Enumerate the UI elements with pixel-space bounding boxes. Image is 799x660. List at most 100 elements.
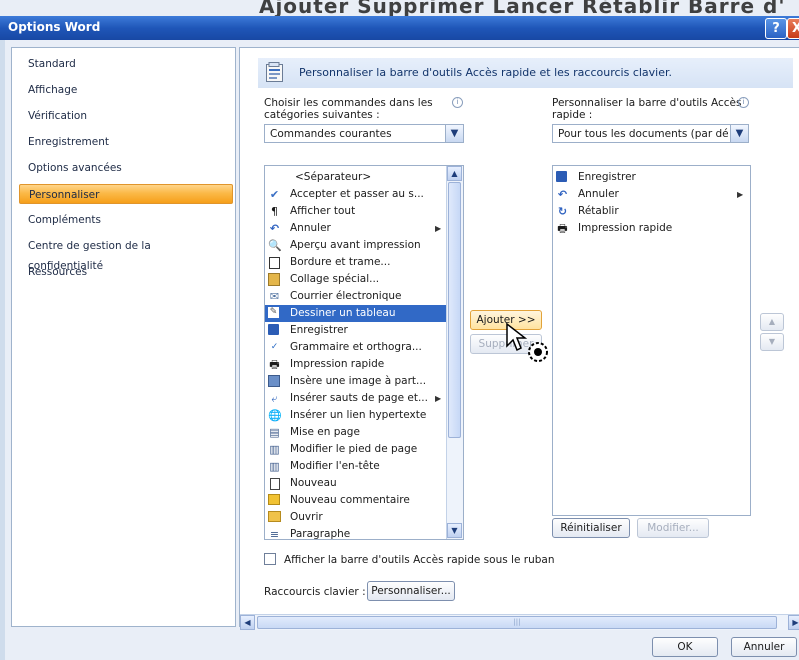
horizontal-scrollbar[interactable]: ◀ ||| ▶: [240, 614, 799, 630]
ok-button[interactable]: OK: [652, 637, 718, 657]
list-item-label: Grammaire et orthogra...: [290, 341, 422, 353]
modify-button[interactable]: Modifier...: [637, 518, 709, 538]
list-item[interactable]: ↶ Annuler ▶: [265, 220, 446, 237]
available-commands-list[interactable]: <Séparateur> ✔ Accepter et passer au s..…: [264, 165, 464, 540]
list-item-label: Aperçu avant impression: [290, 239, 421, 251]
chevron-down-icon[interactable]: ▼: [445, 125, 463, 142]
scroll-up-icon[interactable]: ▲: [447, 166, 462, 181]
list-item-label: Enregistrer: [578, 171, 636, 183]
list-item-label: Afficher tout: [290, 205, 356, 217]
scroll-left-icon[interactable]: ◀: [240, 615, 255, 630]
vertical-scrollbar[interactable]: ▲ ▼: [446, 166, 463, 539]
list-item[interactable]: ✓ Grammaire et orthogra...: [265, 339, 446, 356]
nav-item-options-avancees[interactable]: Options avancées: [19, 158, 229, 178]
border-icon: [269, 257, 280, 269]
list-item-selected[interactable]: ✎ Dessiner un tableau: [265, 305, 446, 322]
list-item[interactable]: 🖶 Impression rapide: [553, 220, 748, 237]
nav-item-confidentialite[interactable]: Centre de gestion de la confidentialité: [19, 236, 229, 272]
list-item[interactable]: Bordure et trame...: [265, 254, 446, 271]
nav-item-complements[interactable]: Compléments: [19, 210, 229, 230]
list-item[interactable]: ✔ Accepter et passer au s...: [265, 186, 446, 203]
list-item[interactable]: 🔍 Aperçu avant impression: [265, 237, 446, 254]
scroll-right-icon[interactable]: ▶: [788, 615, 799, 630]
list-item[interactable]: 🖶 Impression rapide: [265, 356, 446, 373]
keyboard-customize-button[interactable]: Personnaliser...: [367, 581, 455, 601]
close-button[interactable]: X: [787, 18, 799, 39]
list-item[interactable]: ↻ Rétablir: [553, 203, 748, 220]
info-icon: i: [738, 97, 749, 108]
spelling-icon: ✓: [270, 342, 279, 352]
paste-special-icon: [268, 273, 280, 286]
nav-item-verification[interactable]: Vérification: [19, 106, 229, 126]
list-item-label: Nouveau commentaire: [290, 494, 410, 506]
list-item[interactable]: ▤ Mise en page: [265, 424, 446, 441]
right-target-label-line2: rapide :: [552, 109, 593, 121]
pilcrow-icon: ¶: [271, 205, 278, 218]
scroll-thumb[interactable]: [448, 182, 461, 438]
list-item-label: Insère une image à part...: [290, 375, 427, 387]
help-button[interactable]: ?: [765, 18, 787, 39]
category-nav: Standard Affichage Vérification Enregist…: [11, 47, 236, 627]
nav-item-personnaliser[interactable]: Personnaliser: [19, 184, 233, 204]
move-down-button[interactable]: ▼: [760, 333, 784, 351]
title-bar[interactable]: Options Word ? X: [0, 16, 799, 40]
document-scope-combo[interactable]: Pour tous les documents (par dé... ▼: [552, 124, 749, 143]
list-item-label: Modifier l'en-tête: [290, 460, 380, 472]
list-item-label: Impression rapide: [290, 358, 385, 370]
list-item-label: Insérer un lien hypertexte: [290, 409, 427, 421]
list-item[interactable]: Ouvrir: [265, 509, 446, 526]
commands-category-combo[interactable]: Commandes courantes ▼: [264, 124, 464, 143]
list-item-label: Modifier le pied de page: [290, 443, 418, 455]
list-item[interactable]: ↶ Annuler ▶: [553, 186, 748, 203]
nav-item-enregistrement[interactable]: Enregistrement: [19, 132, 229, 152]
right-target-label: Personnaliser la barre d'outils Accès ra…: [552, 97, 741, 121]
chevron-down-icon[interactable]: ▼: [730, 125, 748, 142]
list-item[interactable]: ¶ Afficher tout: [265, 203, 446, 220]
undo-icon: ↶: [269, 222, 280, 235]
list-item[interactable]: ⤶ Insérer sauts de page et... ▶: [265, 390, 446, 407]
list-item[interactable]: 🌐 Insérer un lien hypertexte: [265, 407, 446, 424]
list-item-label: Rétablir: [578, 205, 619, 217]
list-item[interactable]: Collage spécial...: [265, 271, 446, 288]
accept-change-icon: ✔: [269, 188, 280, 201]
reset-button[interactable]: Réinitialiser: [552, 518, 630, 538]
scroll-down-icon[interactable]: ▼: [447, 523, 462, 538]
list-item-label: Bordure et trame...: [290, 256, 391, 268]
triangle-down-icon: ▼: [768, 337, 776, 346]
info-icon: i: [452, 97, 463, 108]
show-below-ribbon-checkbox[interactable]: [264, 553, 276, 565]
draw-table-icon: ✎: [268, 307, 279, 318]
list-item[interactable]: Enregistrer: [553, 169, 748, 186]
nav-item-ressources[interactable]: Ressources: [19, 262, 229, 282]
page-break-icon: ⤶: [271, 392, 278, 405]
list-item[interactable]: ▥ Modifier le pied de page: [265, 441, 446, 458]
background-ribbon-text: _ Ajouter Supprimer Lancer Rétablir Barr…: [240, 0, 786, 16]
nav-item-affichage[interactable]: Affichage: [19, 80, 229, 100]
list-item-label: Annuler: [578, 188, 619, 200]
commands-category-value: Commandes courantes: [270, 128, 392, 140]
list-item[interactable]: Nouveau: [265, 475, 446, 492]
list-item[interactable]: Enregistrer: [265, 322, 446, 339]
move-up-button[interactable]: ▲: [760, 313, 784, 331]
list-item-label: <Séparateur>: [295, 171, 372, 183]
horizontal-scroll-thumb[interactable]: |||: [257, 616, 777, 629]
open-folder-icon: [268, 511, 281, 522]
nav-item-standard[interactable]: Standard: [19, 54, 229, 74]
insert-picture-icon: [268, 375, 280, 387]
quick-access-list[interactable]: Enregistrer ↶ Annuler ▶ ↻ Rétablir 🖶 Imp…: [552, 165, 751, 516]
list-item-label: Enregistrer: [290, 324, 348, 336]
list-item[interactable]: <Séparateur>: [265, 169, 446, 186]
list-item[interactable]: Nouveau commentaire: [265, 492, 446, 509]
list-item[interactable]: ✉ Courrier électronique: [265, 288, 446, 305]
footer-icon: ▥: [269, 443, 280, 456]
list-item[interactable]: ≡ Paragraphe: [265, 526, 446, 539]
list-item-label: Insérer sauts de page et...: [290, 392, 428, 404]
left-source-label: Choisir les commandes dans les catégorie…: [264, 97, 433, 121]
cancel-button[interactable]: Annuler: [731, 637, 797, 657]
list-item[interactable]: ▥ Modifier l'en-tête: [265, 458, 446, 475]
left-source-label-line1: Choisir les commandes dans les: [264, 97, 433, 109]
print-preview-icon: 🔍: [268, 239, 282, 252]
new-document-icon: [270, 478, 280, 490]
list-item-label: Annuler: [290, 222, 331, 234]
list-item[interactable]: Insère une image à part...: [265, 373, 446, 390]
